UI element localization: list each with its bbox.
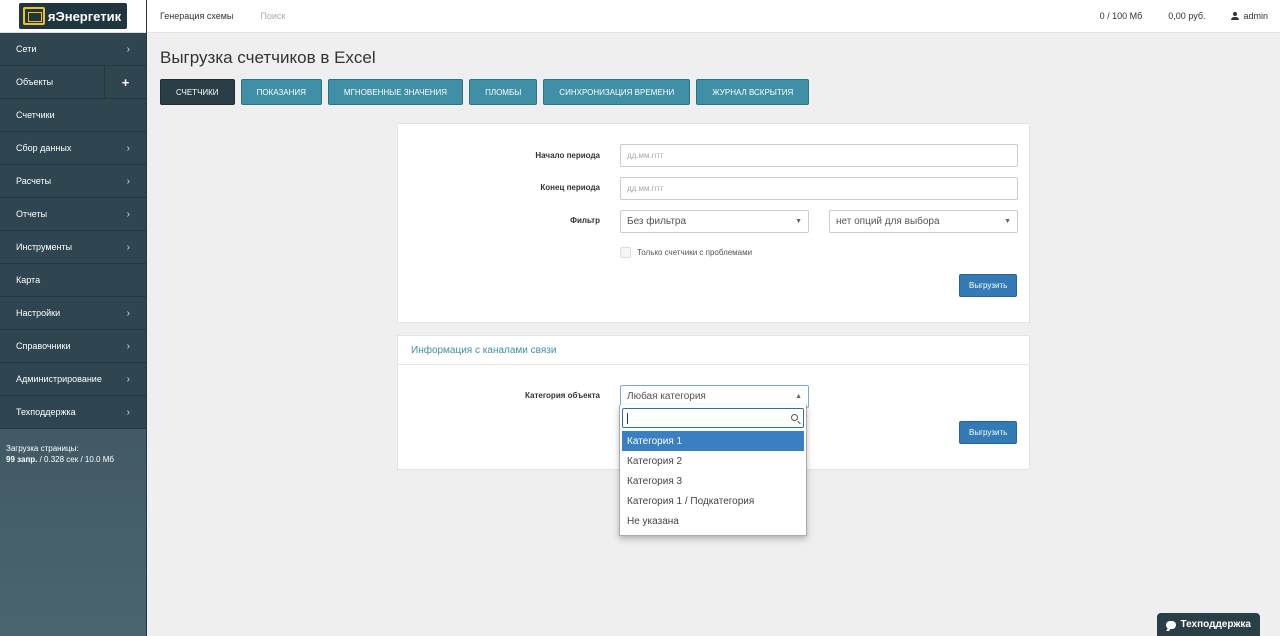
support-label: Техподдержка: [1180, 619, 1251, 630]
username: admin: [1243, 11, 1268, 21]
sidebar-item-label: Счетчики: [16, 110, 55, 120]
chevron-right-icon: ›: [126, 241, 130, 253]
support-chat-button[interactable]: Техподдержка: [1157, 613, 1260, 636]
page-title: Выгрузка счетчиков в Excel: [160, 48, 376, 67]
export-channels-button[interactable]: Выгрузить: [959, 421, 1018, 444]
sidebar-item-label: Администрирование: [16, 374, 102, 384]
sidebar-item-administration[interactable]: Администрирование ›: [0, 363, 146, 396]
topbar-right: 0 / 100 Мб 0,00 руб. admin: [1100, 11, 1280, 21]
sidebar-item-objects[interactable]: Объекты +: [0, 65, 146, 99]
sidebar-item-label: Объекты: [16, 77, 54, 87]
filter-option-select[interactable]: нет опций для выбора ▼: [829, 210, 1018, 233]
category-dropdown: Категория 1 Категория 2 Категория 3 Кате…: [619, 405, 807, 536]
main-content: Выгрузка счетчиков в Excel СЧЕТЧИКИ ПОКА…: [160, 33, 1280, 470]
category-search-input[interactable]: [622, 408, 804, 428]
meters-export-panel: Начало периода дд.мм.гггг Конец периода …: [397, 123, 1030, 323]
sidebar-item-label: Справочники: [16, 341, 71, 351]
caret-down-icon: ▼: [795, 218, 802, 225]
category-option[interactable]: Категория 3: [622, 471, 804, 491]
tab-instant-values[interactable]: МГНОВЕННЫЕ ЗНАЧЕНИЯ: [327, 79, 464, 105]
problems-checkbox-label: Только счетчики с проблемами: [637, 248, 753, 257]
sidebar-item-label: Техподдержка: [16, 407, 76, 417]
load-title: Загрузка страницы:: [6, 444, 79, 453]
load-stats: 99 запр. / 0.328 сек / 10.0 Мб: [6, 454, 140, 465]
panel-header: Информация с каналами связи: [398, 336, 1029, 365]
sidebar-item-label: Отчеты: [16, 209, 48, 219]
sidebar-item-calculations[interactable]: Расчеты ›: [0, 165, 146, 198]
balance[interactable]: 0,00 руб.: [1168, 11, 1205, 21]
search-input[interactable]: Поиск: [260, 11, 285, 21]
end-period-label: Конец периода: [540, 183, 600, 192]
sidebar-item-meters[interactable]: Счетчики: [0, 99, 146, 132]
chevron-right-icon: ›: [126, 340, 130, 352]
tab-seals[interactable]: ПЛОМБЫ: [469, 79, 538, 105]
export-tabs: СЧЕТЧИКИ ПОКАЗАНИЯ МГНОВЕННЫЕ ЗНАЧЕНИЯ П…: [160, 79, 1280, 105]
plus-icon[interactable]: +: [104, 65, 146, 99]
chevron-right-icon: ›: [126, 208, 130, 220]
filter-select[interactable]: Без фильтра ▼: [620, 210, 809, 233]
sidebar-item-label: Карта: [16, 275, 41, 285]
sidebar-item-map[interactable]: Карта: [0, 264, 146, 297]
load-details: / 0.328 сек / 10.0 Мб: [37, 455, 114, 464]
sidebar-item-reports[interactable]: Отчеты ›: [0, 198, 146, 231]
chevron-right-icon: ›: [126, 43, 130, 55]
logo[interactable]: яЭнергетик: [0, 0, 146, 33]
load-queries: 99 запр.: [6, 455, 38, 464]
sidebar-item-settings[interactable]: Настройки ›: [0, 297, 146, 330]
user-menu[interactable]: admin: [1231, 11, 1268, 21]
export-button[interactable]: Выгрузить: [959, 274, 1018, 297]
end-period-input[interactable]: дд.мм.гггг: [620, 177, 1018, 200]
start-period-input[interactable]: дд.мм.гггг: [620, 144, 1018, 167]
category-option[interactable]: Категория 2: [622, 451, 804, 471]
problems-checkbox-row[interactable]: Только счетчики с проблемами: [620, 247, 752, 258]
tab-meters[interactable]: СЧЕТЧИКИ: [160, 79, 235, 105]
logo-text: яЭнергетик: [47, 8, 122, 24]
tab-readings[interactable]: ПОКАЗАНИЯ: [240, 79, 322, 105]
chevron-right-icon: ›: [126, 175, 130, 187]
sidebar-item-tools[interactable]: Инструменты ›: [0, 231, 146, 264]
sidebar-item-label: Расчеты: [16, 176, 52, 186]
filter-option-value: нет опций для выбора: [836, 216, 940, 227]
tab-opening-log[interactable]: ЖУРНАЛ ВСКРЫТИЯ: [696, 79, 810, 105]
start-period-label: Начало периода: [535, 151, 600, 160]
sidebar: яЭнергетик Сети › Объекты + Счетчики Сбор …: [0, 0, 147, 636]
logo-box: яЭнергетик: [18, 3, 128, 29]
problems-checkbox[interactable]: [620, 247, 631, 258]
logo-icon: [22, 7, 45, 25]
scheme-generation-link[interactable]: Генерация схемы: [160, 11, 233, 21]
category-label: Категория объекта: [525, 391, 600, 400]
tab-time-sync[interactable]: СИНХРОНИЗАЦИЯ ВРЕМЕНИ: [543, 79, 691, 105]
sidebar-item-references[interactable]: Справочники ›: [0, 330, 146, 363]
chevron-right-icon: ›: [126, 406, 130, 418]
sidebar-item-networks[interactable]: Сети ›: [0, 33, 146, 66]
user-icon: [1231, 12, 1240, 20]
sidebar-item-label: Сбор данных: [16, 143, 72, 153]
filter-select-value: Без фильтра: [627, 216, 687, 227]
category-option[interactable]: Категория 1: [622, 431, 804, 451]
text-cursor: [627, 413, 628, 424]
sidebar-item-label: Сети: [16, 44, 37, 54]
storage-usage[interactable]: 0 / 100 Мб: [1100, 11, 1143, 21]
sidebar-item-support[interactable]: Техподдержка ›: [0, 396, 146, 429]
chat-icon: [1166, 620, 1177, 629]
filter-label: Фильтр: [570, 216, 600, 225]
caret-down-icon: ▼: [1004, 218, 1011, 225]
category-select-value: Любая категория: [627, 391, 706, 402]
chevron-right-icon: ›: [126, 373, 130, 385]
category-option[interactable]: Не указана: [622, 511, 804, 531]
chevron-right-icon: ›: [126, 307, 130, 319]
sidebar-item-label: Инструменты: [16, 242, 73, 252]
page-load-info: Загрузка страницы: 99 запр. / 0.328 сек …: [0, 429, 146, 479]
search-icon: [791, 414, 798, 421]
topbar: Генерация схемы Поиск 0 / 100 Мб 0,00 ру…: [147, 0, 1280, 33]
caret-up-icon: ▲: [795, 393, 802, 400]
sidebar-nav: Сети › Объекты + Счетчики Сбор данных › Рас…: [0, 33, 146, 429]
category-option[interactable]: Категория 1 / Подкатегория: [622, 491, 804, 511]
sidebar-item-label: Настройки: [16, 308, 61, 318]
chevron-right-icon: ›: [126, 142, 130, 154]
sidebar-item-data-collection[interactable]: Сбор данных ›: [0, 132, 146, 165]
